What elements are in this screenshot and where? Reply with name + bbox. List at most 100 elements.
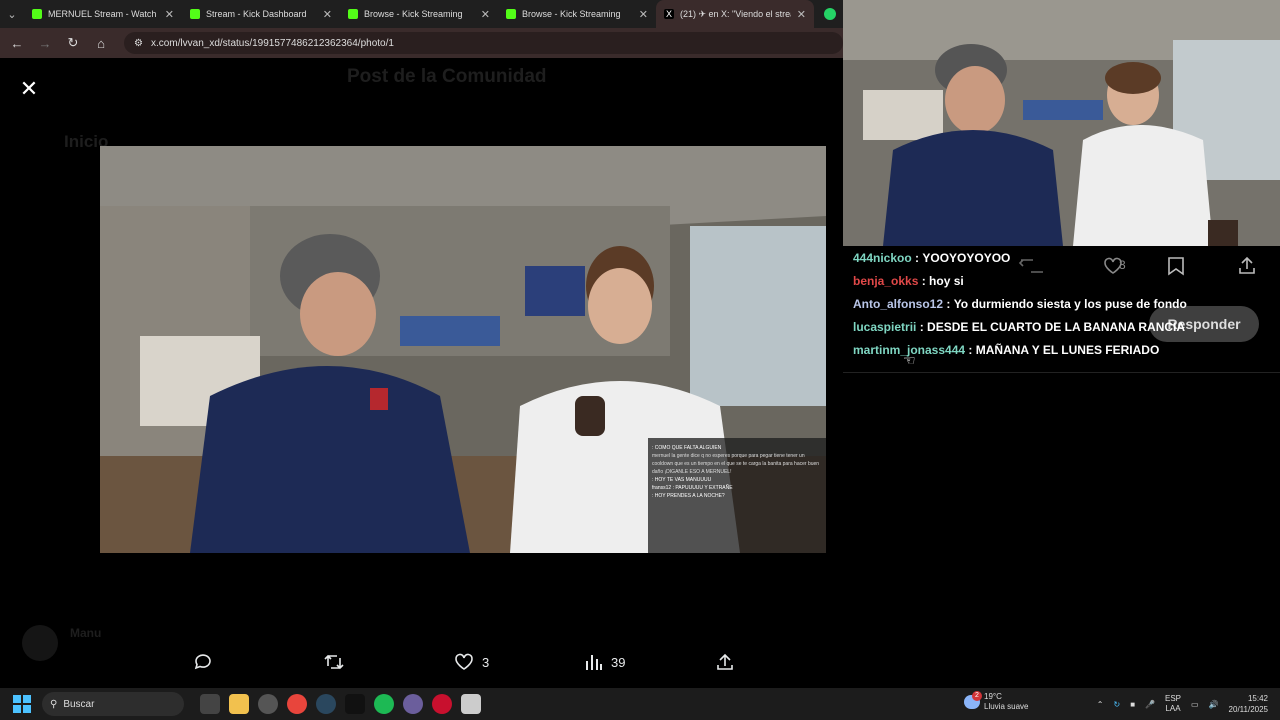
spotify-icon[interactable] xyxy=(374,694,394,714)
taskbar-search[interactable]: ⚲ Buscar xyxy=(42,692,184,716)
chat-text-separator: : xyxy=(911,250,923,265)
chat-text-separator: : xyxy=(943,296,954,311)
forward-icon[interactable]: → xyxy=(34,32,56,54)
comment-icon xyxy=(194,654,211,670)
overlay-chat-line: mernuel la gente dice q no esperes porqu… xyxy=(652,453,820,475)
clock[interactable]: 15:42 20/11/2025 xyxy=(1229,693,1268,715)
reload-icon[interactable]: ↻ xyxy=(62,32,84,54)
task-view-icon[interactable] xyxy=(200,694,220,714)
tab-title: Stream - Kick Dashboard xyxy=(206,9,307,19)
chat-message: 444nickoo : YOOYOYOYOO xyxy=(853,246,1280,269)
home-icon[interactable]: ⌂ xyxy=(90,32,112,54)
volume-icon[interactable]: 🔊 xyxy=(1209,700,1219,709)
weather-temp: 19°C xyxy=(984,692,1002,701)
kick-favicon-icon xyxy=(348,9,358,19)
security-icon[interactable]: ■ xyxy=(1130,700,1135,709)
chat-text-separator: : xyxy=(916,319,928,334)
tab-strip: ⌄ MERNUEL Stream - Watch Live ✕ Stream -… xyxy=(0,0,843,28)
tab-1[interactable]: MERNUEL Stream - Watch Live ✕ xyxy=(24,0,182,28)
chat-text: YOOYOYOYOO xyxy=(922,250,1011,265)
views-button[interactable]: 39 xyxy=(585,652,625,672)
kick-favicon-icon xyxy=(506,9,516,19)
app-icon[interactable] xyxy=(258,694,278,714)
share-button[interactable] xyxy=(715,652,735,672)
tray-overflow-icon[interactable]: ⌃ xyxy=(1097,700,1104,709)
language-top: ESP xyxy=(1165,694,1182,703)
views-chart-icon xyxy=(586,655,602,670)
post-action-bar: 3 39 xyxy=(0,652,843,678)
chat-text: Yo durmiendo siesta y los puse de fondo xyxy=(953,296,1187,311)
repost-button[interactable] xyxy=(323,652,345,672)
like-button[interactable]: 3 xyxy=(454,652,489,672)
reply-button[interactable] xyxy=(193,652,213,672)
clock-time: 15:42 xyxy=(1247,694,1268,703)
tab-5[interactable]: X (21) ✈ en X: "Viendo el stream ✕ xyxy=(656,0,814,28)
tab-title: (21) ✈ en X: "Viendo el stream xyxy=(680,8,791,19)
views-count: 39 xyxy=(611,654,626,670)
chrome-icon[interactable] xyxy=(287,694,307,714)
back-icon[interactable]: ← xyxy=(6,32,28,54)
tiktok-icon[interactable] xyxy=(345,694,365,714)
repost-icon xyxy=(324,654,344,670)
microphone-icon[interactable]: 🎤 xyxy=(1145,700,1155,709)
chat-text-separator: : xyxy=(965,342,976,357)
chrome-active-icon[interactable] xyxy=(403,694,423,714)
tab-search-icon[interactable]: ⌄ xyxy=(0,0,24,28)
heart-icon xyxy=(455,653,473,670)
language-bottom: LAA xyxy=(1165,704,1181,713)
tab-title: Browse - Kick Streaming xyxy=(364,9,463,19)
chat-username[interactable]: benja_okks xyxy=(853,274,918,288)
x-photo-viewer: Post de la Comunidad Inicio Manu ✕: COM… xyxy=(0,58,843,688)
chat-text: MAÑANA Y EL LUNES FERIADO xyxy=(975,342,1160,357)
chat-text: hoy si xyxy=(929,273,964,288)
address-bar: ← → ↻ ⌂ ⚙ x.com/lvvan_xd/status/19915774… xyxy=(0,28,843,58)
site-info-icon[interactable]: ⚙ xyxy=(134,38,143,49)
tab-close-icon[interactable]: ✕ xyxy=(165,8,174,21)
like-count: 3 xyxy=(482,654,490,670)
post-photo: : COMO QUE FALTA ALGUIEN mernuel la gent… xyxy=(100,146,826,553)
file-explorer-icon[interactable] xyxy=(229,694,249,714)
weather-widget[interactable]: 2 19°C Lluvia suave xyxy=(964,691,1029,712)
red-app-icon[interactable] xyxy=(432,694,452,714)
chat-text: DESDE EL CUARTO DE LA BANANA RANCIA xyxy=(927,319,1186,334)
sync-icon[interactable]: ↻ xyxy=(1113,700,1120,709)
url-field[interactable]: ⚙ x.com/lvvan_xd/status/1991577486212362… xyxy=(124,32,843,54)
chat-username[interactable]: lucaspietrii xyxy=(853,320,916,334)
chat-message: Anto_alfonso12 : Yo durmiendo siesta y l… xyxy=(853,292,1280,315)
tab-title: Browse - Kick Streaming xyxy=(522,9,621,19)
search-icon: ⚲ xyxy=(50,698,58,710)
language-indicator[interactable]: ESP LAA xyxy=(1165,694,1181,714)
webcam-feed xyxy=(843,0,1280,246)
chat-text-separator: : xyxy=(918,273,930,288)
kick-favicon-icon xyxy=(32,9,42,19)
tab-close-icon[interactable]: ✕ xyxy=(797,8,806,21)
tab-3[interactable]: Browse - Kick Streaming ✕ xyxy=(340,0,498,28)
share-icon xyxy=(717,653,733,670)
search-placeholder: Buscar xyxy=(63,698,95,710)
tab-close-icon[interactable]: ✕ xyxy=(323,8,332,21)
windows-taskbar: ⚲ Buscar ⌃ ↻ ■ 🎤 ESP LAA ▭ 🔊 15:42 20/11… xyxy=(0,688,1280,720)
weather-desc: Lluvia suave xyxy=(984,702,1029,711)
overlay-chat-line: : HOY PRENDES A LA NOCHE? xyxy=(652,493,725,499)
chat-username[interactable]: Anto_alfonso12 xyxy=(853,297,943,311)
overlay-chat-line: franss12 : PAPUUUUU Y EXTRAÑE xyxy=(652,485,733,491)
steam-icon[interactable] xyxy=(316,694,336,714)
mouse-cursor-icon: ☜ xyxy=(903,352,916,368)
webcam-scene-image xyxy=(843,0,1280,246)
system-tray: ⌃ ↻ ■ 🎤 ESP LAA ▭ 🔊 15:42 20/11/2025 xyxy=(1097,688,1280,720)
windows-start-icon[interactable] xyxy=(10,692,34,716)
weather-rain-icon: 2 xyxy=(964,691,982,709)
overlay-chat-line: : COMO QUE FALTA ALGUIEN xyxy=(652,445,722,451)
background-page-title: Post de la Comunidad xyxy=(347,66,547,87)
tab-2[interactable]: Stream - Kick Dashboard ✕ xyxy=(182,0,340,28)
close-icon[interactable]: ✕ xyxy=(18,78,40,100)
chat-message: benja_okks : hoy si xyxy=(853,269,1280,292)
whatsapp-tab-favicon-icon[interactable] xyxy=(824,8,836,20)
tab-close-icon[interactable]: ✕ xyxy=(481,8,490,21)
snipping-tool-icon[interactable] xyxy=(461,694,481,714)
chat-username[interactable]: 444nickoo xyxy=(853,251,912,265)
network-icon[interactable]: ▭ xyxy=(1191,700,1199,709)
tab-4[interactable]: Browse - Kick Streaming ✕ xyxy=(498,0,656,28)
url-text: x.com/lvvan_xd/status/199157748621236236… xyxy=(150,37,394,49)
tab-close-icon[interactable]: ✕ xyxy=(639,8,648,21)
